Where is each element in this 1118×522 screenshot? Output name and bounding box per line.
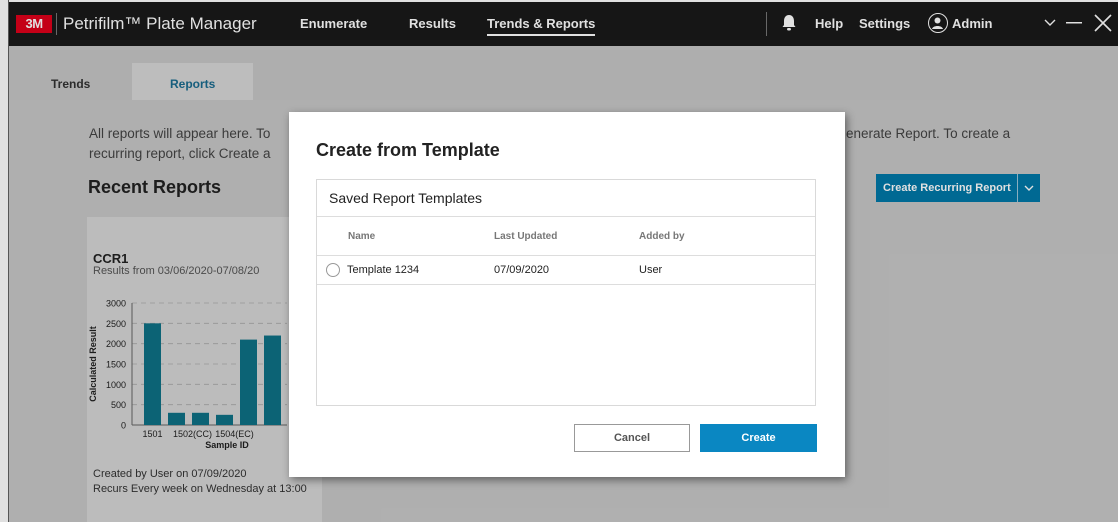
column-header-name[interactable]: Name <box>348 231 375 242</box>
template-radio[interactable] <box>326 263 340 277</box>
saved-templates-panel: Saved Report Templates Name Last Updated… <box>316 179 816 406</box>
create-button[interactable]: Create <box>700 424 817 452</box>
window-border <box>8 0 9 522</box>
create-from-template-dialog: Create from Template Saved Report Templa… <box>289 112 845 477</box>
panel-title: Saved Report Templates <box>329 190 483 206</box>
row-divider <box>317 255 815 256</box>
cancel-button[interactable]: Cancel <box>574 424 690 452</box>
template-added-by: User <box>639 264 663 276</box>
panel-divider <box>317 216 815 217</box>
column-header-added-by[interactable]: Added by <box>639 231 685 242</box>
row-divider <box>317 284 815 285</box>
template-last-updated: 07/09/2020 <box>494 264 550 276</box>
column-header-last-updated[interactable]: Last Updated <box>494 231 557 242</box>
dialog-title: Create from Template <box>316 140 500 160</box>
template-name: Template 1234 <box>347 264 420 276</box>
